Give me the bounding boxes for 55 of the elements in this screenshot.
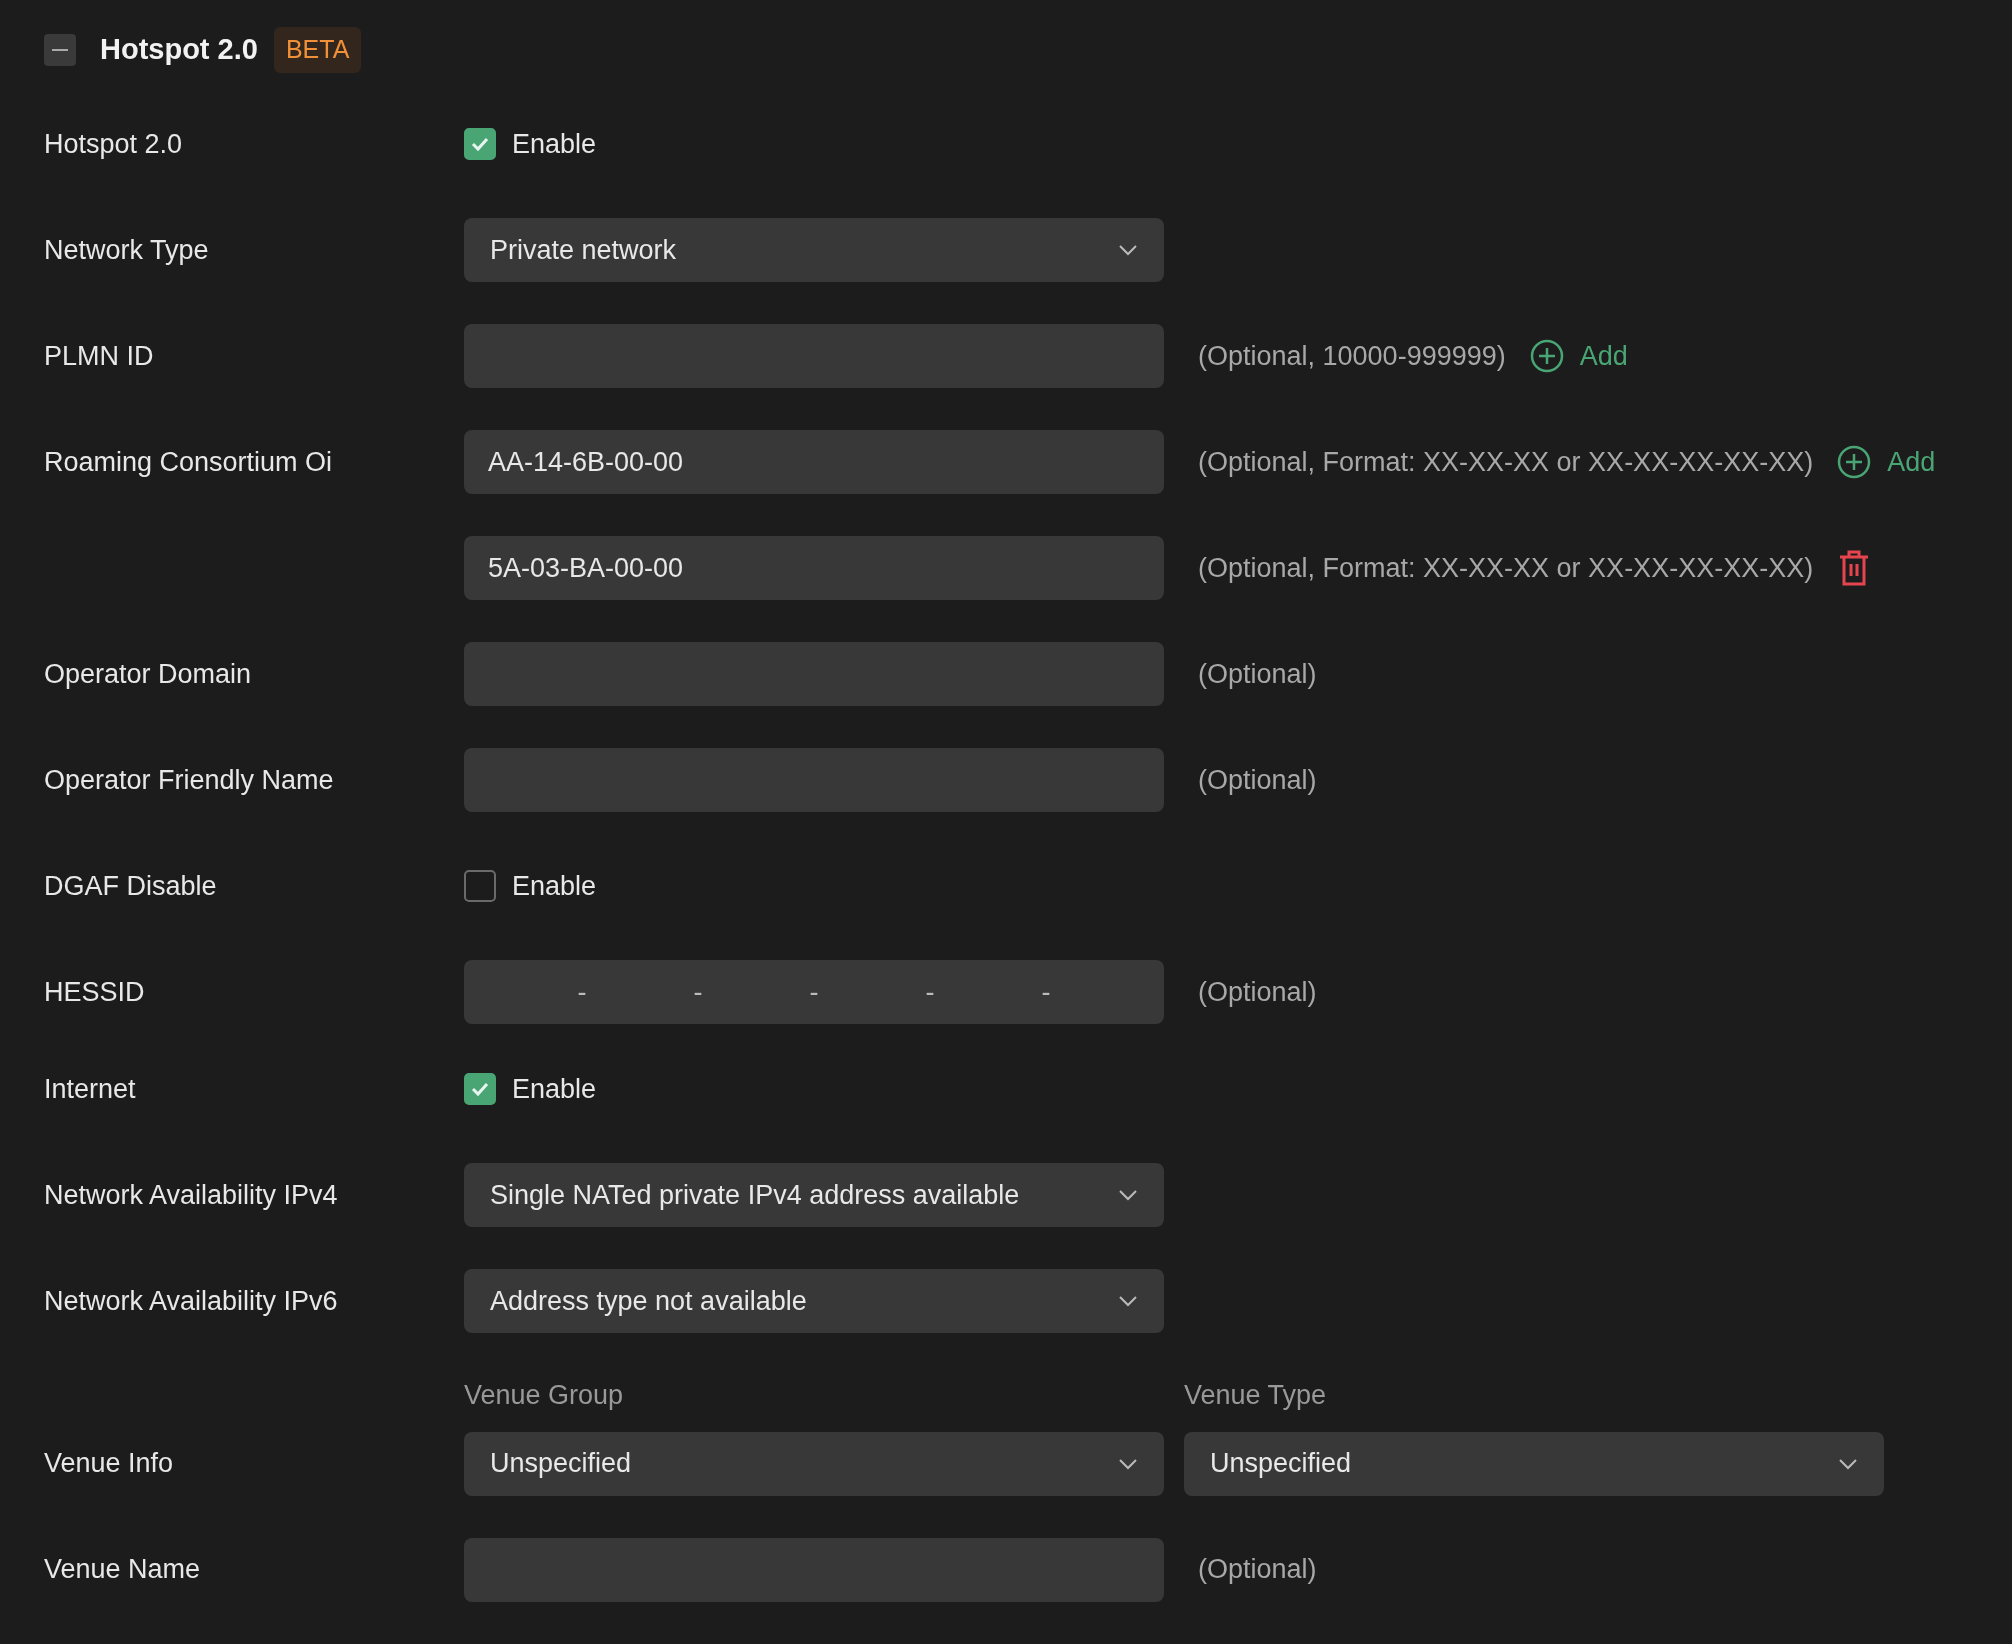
dropdown[interactable]: Single NATed private IPv4 address available xyxy=(464,1163,1164,1227)
input-field[interactable]: 5A-03-BA-00-00 xyxy=(464,536,1164,600)
hint-text: (Optional, Format: XX-XX-XX or XX-XX-XX-XX-XX) xyxy=(1198,445,1814,479)
chevron-down-icon xyxy=(1118,244,1138,256)
hint-text: (Optional) xyxy=(1198,1553,1317,1587)
field-caption: Venue Group xyxy=(464,1379,625,1412)
dropdown[interactable]: Private network xyxy=(464,218,1164,282)
dropdown[interactable]: Address type not available xyxy=(464,1269,1164,1333)
checkbox-label: Enable xyxy=(512,1072,597,1106)
chevron-down-icon xyxy=(1118,1295,1138,1307)
dropdown[interactable]: Unspecified xyxy=(1184,1431,1884,1496)
input-field[interactable] xyxy=(464,1537,1164,1602)
add-button[interactable]: Add xyxy=(1837,441,1936,483)
hint-text: (Optional) xyxy=(1198,763,1317,797)
beta-badge: BETA xyxy=(273,27,362,73)
field-label: Venue Info xyxy=(44,1447,175,1481)
field-label: DGAF Disable xyxy=(44,869,218,903)
checkbox[interactable] xyxy=(464,870,496,902)
checkbox[interactable] xyxy=(464,128,496,160)
checkbox[interactable] xyxy=(464,1073,496,1105)
add-button[interactable]: Add xyxy=(1529,335,1628,377)
field-label: Roaming Consortium Oi xyxy=(44,445,334,479)
hint-text: (Optional) xyxy=(1198,657,1317,691)
checkbox-label: Enable xyxy=(512,869,597,903)
field-label: Operator Friendly Name xyxy=(44,763,335,797)
chevron-down-icon xyxy=(1838,1457,1858,1470)
input-field[interactable] xyxy=(464,324,1164,388)
field-label: Venue Name xyxy=(44,1553,202,1587)
chevron-down-icon xyxy=(1118,1189,1138,1201)
hint-text: (Optional, 10000-999999) xyxy=(1198,339,1506,373)
field-label: Network Type xyxy=(44,233,210,267)
hint-text: (Optional) xyxy=(1198,975,1317,1009)
field-label: HESSID xyxy=(44,975,146,1009)
collapse-toggle[interactable] xyxy=(44,34,76,66)
checkbox-label: Enable xyxy=(512,127,597,161)
chevron-down-icon xyxy=(1118,1457,1138,1470)
input-field[interactable] xyxy=(464,748,1164,812)
hint-text: (Optional, Format: XX-XX-XX or XX-XX-XX-XX-XX) xyxy=(1198,551,1814,585)
input-field[interactable] xyxy=(464,642,1164,706)
mac-address-field[interactable]: - - - - - xyxy=(464,960,1164,1024)
field-label: Internet xyxy=(44,1072,137,1106)
section-title: Hotspot 2.0 xyxy=(100,32,258,68)
field-label: Network Availability IPv6 xyxy=(44,1284,339,1318)
minus-icon xyxy=(52,49,68,51)
field-label: Hotspot 2.0 xyxy=(44,127,184,161)
field-caption: Venue Type xyxy=(1184,1379,1328,1412)
check-icon xyxy=(470,1081,490,1097)
field-label: Network Availability IPv4 xyxy=(44,1178,339,1212)
plus-circle-icon xyxy=(1837,445,1872,479)
check-icon xyxy=(470,136,490,152)
dropdown[interactable]: Unspecified xyxy=(464,1431,1164,1496)
field-label: Operator Domain xyxy=(44,657,253,691)
plus-circle-icon xyxy=(1529,339,1564,373)
input-field[interactable]: AA-14-6B-00-00 xyxy=(464,430,1164,494)
field-label: PLMN ID xyxy=(44,339,155,373)
